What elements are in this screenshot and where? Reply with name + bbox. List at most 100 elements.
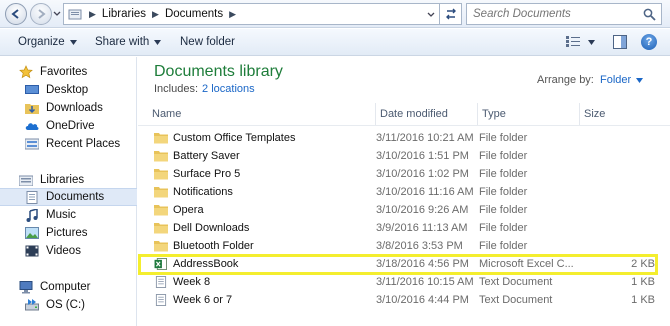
- search-icon[interactable]: [643, 8, 656, 21]
- file-type: Text Document: [479, 276, 553, 288]
- file-type: Text Document: [479, 294, 553, 306]
- navigation-pane: Favorites Desktop Downloads OneDrive Rec…: [0, 57, 137, 326]
- file-row[interactable]: Bluetooth Folder 3/8/2016 3:53 PM File f…: [148, 237, 668, 255]
- back-arrow-icon: [11, 9, 19, 19]
- recent-pages-chevron-icon[interactable]: [53, 10, 61, 18]
- file-name: AddressBook: [173, 258, 239, 270]
- organize-button[interactable]: Organize: [18, 36, 77, 48]
- file-row[interactable]: Battery Saver 3/10/2016 1:51 PM File fol…: [148, 147, 668, 165]
- file-row[interactable]: Custom Office Templates 3/11/2016 10:21 …: [148, 129, 668, 147]
- organize-label: Organize: [18, 36, 65, 48]
- address-box[interactable]: ▶ Libraries ▶ Documents ▶: [63, 3, 440, 25]
- folder-icon: [154, 205, 168, 216]
- star-icon: [18, 65, 34, 79]
- nav-videos[interactable]: Videos: [0, 242, 137, 260]
- column-header-name[interactable]: Name: [148, 103, 376, 125]
- nav-libraries[interactable]: Libraries: [0, 171, 137, 189]
- nav-pictures[interactable]: Pictures: [0, 224, 137, 242]
- downloads-folder-icon: [24, 101, 40, 115]
- nav-computer[interactable]: Computer: [0, 278, 137, 296]
- refresh-button[interactable]: [440, 3, 462, 25]
- file-row[interactable]: Opera 3/10/2016 9:26 AM File folder: [148, 201, 668, 219]
- share-with-button[interactable]: Share with: [95, 36, 162, 48]
- libraries-icon: [18, 173, 34, 187]
- column-type-label: Type: [482, 108, 506, 120]
- breadcrumb-separator[interactable]: ▶: [152, 9, 159, 20]
- file-type: Microsoft Excel C...: [479, 258, 574, 270]
- folder-icon: [154, 169, 168, 180]
- recent-places-icon: [24, 137, 40, 151]
- help-icon: ?: [645, 36, 653, 48]
- file-date: 3/10/2016 4:44 PM: [376, 294, 469, 306]
- folder-icon: [154, 133, 168, 144]
- back-button[interactable]: [5, 3, 27, 25]
- breadcrumb-libraries[interactable]: Libraries: [102, 8, 146, 20]
- nav-documents[interactable]: Documents: [0, 188, 137, 206]
- address-history-chevron-icon[interactable]: [427, 11, 435, 19]
- file-row[interactable]: Dell Downloads 3/9/2016 11:13 AM File fo…: [148, 219, 668, 237]
- nav-favorites-label: Favorites: [40, 66, 88, 78]
- file-name: Battery Saver: [173, 150, 240, 162]
- file-name: Notifications: [173, 186, 233, 198]
- file-row[interactable]: AddressBook 3/18/2016 4:56 PM Microsoft …: [148, 255, 668, 273]
- share-chevron-down-icon: [154, 39, 162, 45]
- file-type: File folder: [479, 186, 528, 198]
- file-size: [581, 237, 655, 255]
- nav-documents-label: Documents: [46, 191, 105, 203]
- arrange-by-dropdown[interactable]: Folder: [600, 74, 644, 86]
- file-size: [581, 147, 655, 165]
- nav-computer-label: Computer: [40, 281, 91, 293]
- libraries-icon: [68, 9, 82, 20]
- nav-recent-places-label: Recent Places: [46, 138, 121, 150]
- forward-arrow-icon: [38, 9, 46, 19]
- new-folder-button[interactable]: New folder: [180, 36, 235, 48]
- videos-icon: [24, 244, 40, 258]
- breadcrumb-separator[interactable]: ▶: [229, 9, 236, 20]
- column-header-type[interactable]: Type: [478, 103, 580, 125]
- file-row[interactable]: Surface Pro 5 3/10/2016 1:02 PM File fol…: [148, 165, 668, 183]
- help-button[interactable]: ?: [641, 34, 657, 50]
- search-box[interactable]: [466, 3, 662, 25]
- column-header-size[interactable]: Size: [580, 103, 660, 125]
- file-type: File folder: [479, 204, 528, 216]
- nav-pictures-label: Pictures: [46, 227, 88, 239]
- column-header-date-modified[interactable]: Date modified: [376, 103, 478, 125]
- library-includes: Includes: 2 locations: [154, 83, 255, 95]
- file-row[interactable]: Week 6 or 7 3/10/2016 4:44 PM Text Docum…: [148, 291, 668, 309]
- file-date: 3/10/2016 11:16 AM: [376, 186, 474, 198]
- text-document-icon: [155, 276, 167, 288]
- file-size: [581, 201, 655, 219]
- hard-drive-icon: [24, 298, 40, 312]
- file-date: 3/9/2016 11:13 AM: [376, 222, 468, 234]
- nav-onedrive[interactable]: OneDrive: [0, 117, 137, 135]
- onedrive-cloud-icon: [24, 119, 40, 133]
- arrange-by-label: Arrange by:: [537, 74, 594, 86]
- nav-favorites[interactable]: Favorites: [0, 63, 137, 81]
- file-list-area: Documents library Includes: 2 locations A…: [138, 57, 670, 326]
- nav-downloads[interactable]: Downloads: [0, 99, 137, 117]
- nav-music[interactable]: Music: [0, 206, 137, 224]
- breadcrumb-separator[interactable]: ▶: [89, 9, 96, 20]
- share-with-label: Share with: [95, 36, 150, 48]
- library-locations-link[interactable]: 2 locations: [202, 83, 255, 95]
- view-options-chevron-down-icon[interactable]: [588, 40, 595, 45]
- nav-os-c-label: OS (C:): [46, 299, 85, 311]
- file-row[interactable]: Week 8 3/11/2016 10:15 AM Text Document …: [148, 273, 668, 291]
- file-row[interactable]: Notifications 3/10/2016 11:16 AM File fo…: [148, 183, 668, 201]
- nav-desktop[interactable]: Desktop: [0, 81, 137, 99]
- folder-icon: [154, 223, 168, 234]
- nav-os-c-drive[interactable]: OS (C:): [0, 296, 137, 314]
- change-view-icon[interactable]: [566, 35, 580, 48]
- breadcrumb-documents[interactable]: Documents: [165, 8, 223, 20]
- file-size: [581, 165, 655, 183]
- column-size-label: Size: [584, 108, 606, 120]
- header-divider: [138, 125, 670, 126]
- forward-button[interactable]: [30, 3, 52, 25]
- search-input[interactable]: [467, 4, 661, 24]
- nav-recent-places[interactable]: Recent Places: [0, 135, 137, 153]
- organize-chevron-down-icon: [69, 39, 77, 45]
- preview-pane-icon[interactable]: [613, 35, 627, 49]
- pictures-icon: [24, 226, 40, 240]
- file-date: 3/11/2016 10:21 AM: [376, 132, 474, 144]
- file-type: File folder: [479, 168, 528, 180]
